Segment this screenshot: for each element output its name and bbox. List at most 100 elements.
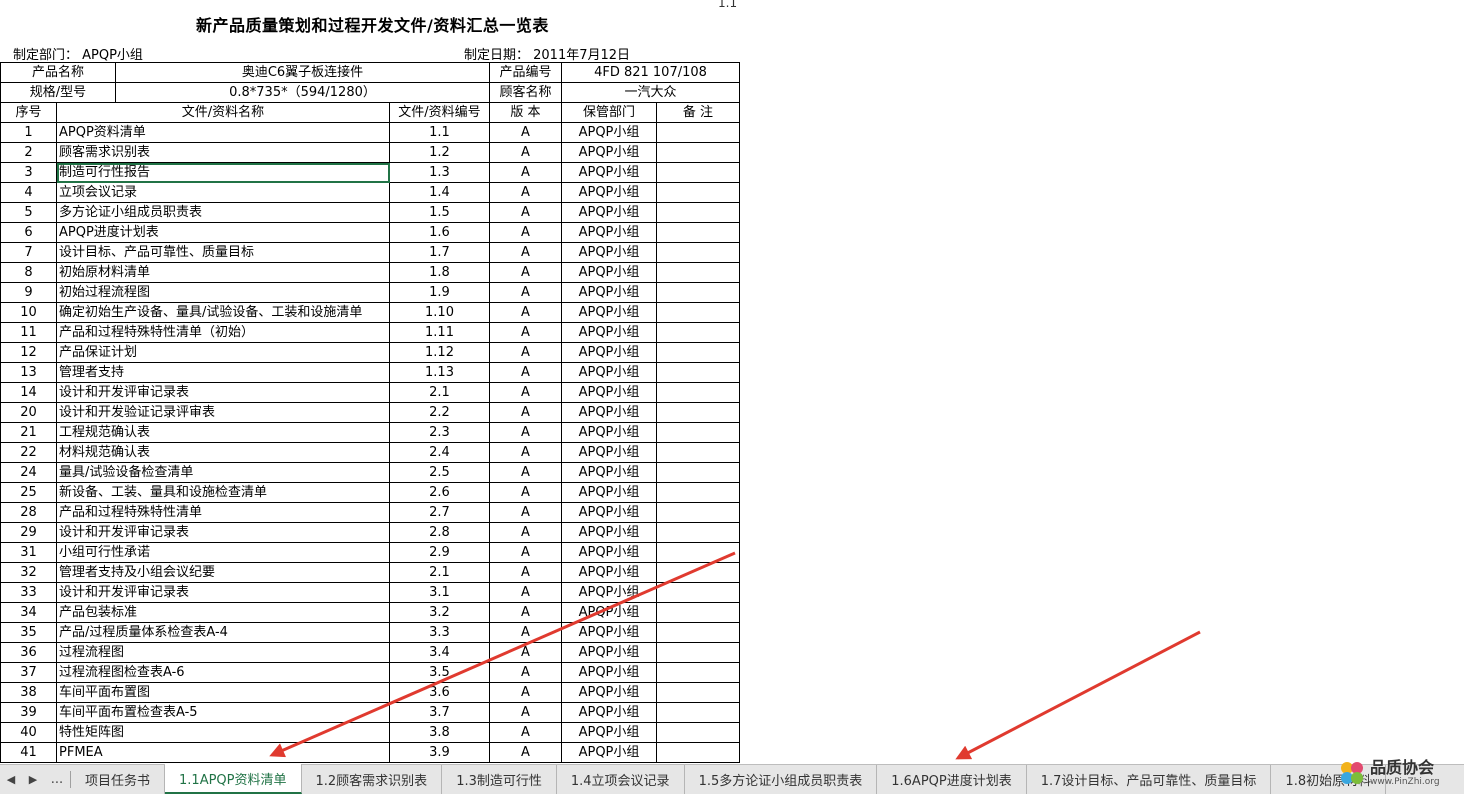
row-doc-name[interactable]: 量具/试验设备检查清单 [56,462,390,483]
row-doc-name[interactable]: 设计和开发验证记录评审表 [56,402,390,423]
row-version[interactable]: A [489,442,562,463]
row-version[interactable]: A [489,422,562,443]
row-dept[interactable]: APQP小组 [561,742,657,763]
row-remark[interactable] [656,682,740,703]
row-version[interactable]: A [489,382,562,403]
row-doc-no[interactable]: 3.8 [389,722,490,743]
row-doc-name[interactable]: 初始原材料清单 [56,262,390,283]
row-dept[interactable]: APQP小组 [561,162,657,183]
row-dept[interactable]: APQP小组 [561,302,657,323]
row-version[interactable]: A [489,182,562,203]
row-seq[interactable]: 1 [0,122,57,143]
row-seq[interactable]: 5 [0,202,57,223]
row-dept[interactable]: APQP小组 [561,342,657,363]
row-version[interactable]: A [489,222,562,243]
row-version[interactable]: A [489,742,562,763]
row-doc-no[interactable]: 2.5 [389,462,490,483]
row-doc-no[interactable]: 1.8 [389,262,490,283]
row-remark[interactable] [656,702,740,723]
row-doc-name[interactable]: 产品包装标准 [56,602,390,623]
row-dept[interactable]: APQP小组 [561,182,657,203]
row-version[interactable]: A [489,482,562,503]
row-doc-no[interactable]: 1.3 [389,162,490,183]
spec-value[interactable]: 0.8*735*（594/1280） [115,82,490,103]
row-doc-name[interactable]: 管理者支持 [56,362,390,383]
row-doc-no[interactable]: 1.2 [389,142,490,163]
row-version[interactable]: A [489,662,562,683]
header-version[interactable]: 版 本 [489,102,562,123]
row-remark[interactable] [656,202,740,223]
row-dept[interactable]: APQP小组 [561,522,657,543]
row-seq[interactable]: 40 [0,722,57,743]
row-seq[interactable]: 34 [0,602,57,623]
row-remark[interactable] [656,302,740,323]
row-doc-no[interactable]: 2.2 [389,402,490,423]
row-remark[interactable] [656,562,740,583]
row-remark[interactable] [656,362,740,383]
row-remark[interactable] [656,322,740,343]
header-doc-name[interactable]: 文件/资料名称 [56,102,390,123]
row-doc-name[interactable]: 确定初始生产设备、量具/试验设备、工装和设施清单 [56,302,390,323]
row-remark[interactable] [656,722,740,743]
header-doc-no[interactable]: 文件/资料编号 [389,102,490,123]
row-remark[interactable] [656,602,740,623]
row-version[interactable]: A [489,622,562,643]
row-seq[interactable]: 11 [0,322,57,343]
row-dept[interactable]: APQP小组 [561,502,657,523]
row-dept[interactable]: APQP小组 [561,542,657,563]
row-doc-name[interactable]: 设计和开发评审记录表 [56,582,390,603]
row-seq[interactable]: 8 [0,262,57,283]
row-seq[interactable]: 25 [0,482,57,503]
row-doc-name[interactable]: 设计和开发评审记录表 [56,382,390,403]
row-doc-name[interactable]: 设计目标、产品可靠性、质量目标 [56,242,390,263]
row-dept[interactable]: APQP小组 [561,582,657,603]
header-seq[interactable]: 序号 [0,102,57,123]
tab-feasibility[interactable]: 1.3制造可行性 [442,765,557,794]
row-dept[interactable]: APQP小组 [561,722,657,743]
row-remark[interactable] [656,182,740,203]
product-name-value[interactable]: 奥迪C6翼子板连接件 [115,62,490,83]
row-remark[interactable] [656,662,740,683]
row-seq[interactable]: 29 [0,522,57,543]
customer-label[interactable]: 顾客名称 [489,82,562,103]
row-dept[interactable]: APQP小组 [561,362,657,383]
row-remark[interactable] [656,422,740,443]
row-seq[interactable]: 14 [0,382,57,403]
row-version[interactable]: A [489,682,562,703]
row-remark[interactable] [656,222,740,243]
header-remark[interactable]: 备 注 [656,102,740,123]
row-doc-name[interactable]: 多方论证小组成员职责表 [56,202,390,223]
row-doc-no[interactable]: 1.13 [389,362,490,383]
row-dept[interactable]: APQP小组 [561,142,657,163]
row-dept[interactable]: APQP小组 [561,202,657,223]
row-doc-no[interactable]: 3.3 [389,622,490,643]
row-seq[interactable]: 3 [0,162,57,183]
row-seq[interactable]: 9 [0,282,57,303]
row-seq[interactable]: 32 [0,562,57,583]
row-doc-no[interactable]: 3.1 [389,582,490,603]
tab-apqp-list[interactable]: 1.1APQP资料清单 [165,764,302,794]
row-dept[interactable]: APQP小组 [561,482,657,503]
row-version[interactable]: A [489,402,562,423]
row-remark[interactable] [656,482,740,503]
row-doc-no[interactable]: 2.8 [389,522,490,543]
row-doc-no[interactable]: 2.4 [389,442,490,463]
row-remark[interactable] [656,502,740,523]
row-doc-no[interactable]: 1.5 [389,202,490,223]
row-seq[interactable]: 35 [0,622,57,643]
row-seq[interactable]: 38 [0,682,57,703]
row-doc-name[interactable]: 小组可行性承诺 [56,542,390,563]
row-doc-no[interactable]: 2.7 [389,502,490,523]
row-version[interactable]: A [489,142,562,163]
row-remark[interactable] [656,162,740,183]
tab-project-task[interactable]: 项目任务书 [71,765,166,794]
row-remark[interactable] [656,622,740,643]
row-doc-no[interactable]: 3.2 [389,602,490,623]
row-seq[interactable]: 36 [0,642,57,663]
row-doc-no[interactable]: 3.9 [389,742,490,763]
row-seq[interactable]: 39 [0,702,57,723]
row-seq[interactable]: 21 [0,422,57,443]
row-doc-no[interactable]: 1.9 [389,282,490,303]
row-version[interactable]: A [489,582,562,603]
row-version[interactable]: A [489,522,562,543]
